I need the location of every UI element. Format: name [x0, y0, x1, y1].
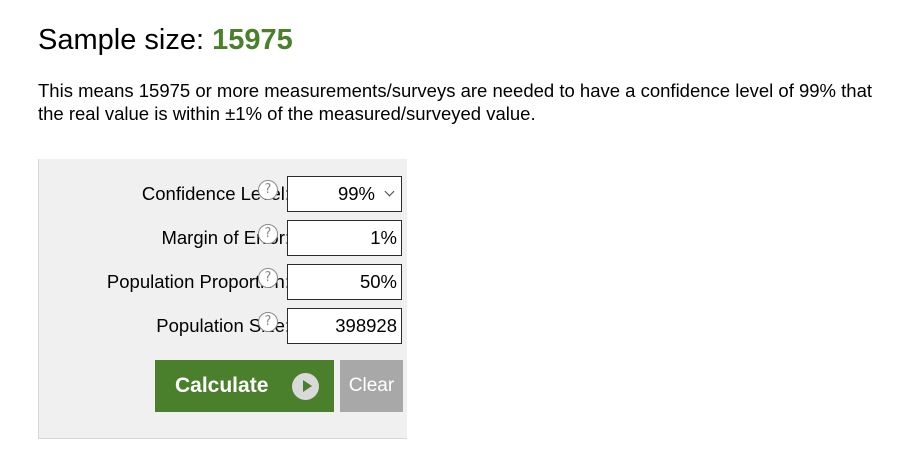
- population-proportion-help-icon[interactable]: ?: [258, 268, 278, 288]
- population-size-value: 398928: [335, 315, 397, 336]
- confidence-level-row: Confidence Level: ? 99%: [39, 175, 408, 213]
- result-description: This means 15975 or more measurements/su…: [38, 80, 872, 124]
- result-heading: Sample size: 15975: [38, 20, 293, 60]
- confidence-level-value: 99%: [337, 183, 375, 204]
- population-size-input[interactable]: 398928: [287, 308, 402, 344]
- confidence-level-select[interactable]: 99%: [287, 176, 402, 212]
- margin-of-error-value: 1%: [370, 227, 397, 248]
- calculator-panel: Confidence Level: ? 99% Margin of Error:…: [38, 159, 407, 439]
- margin-of-error-row: Margin of Error: ? 1%: [39, 219, 408, 257]
- margin-of-error-help-icon[interactable]: ?: [258, 224, 278, 244]
- confidence-level-help-icon[interactable]: ?: [258, 180, 278, 200]
- clear-button[interactable]: Clear: [340, 360, 403, 412]
- calculate-button[interactable]: Calculate: [155, 360, 334, 412]
- population-proportion-row: Population Proportion: ? 50%: [39, 263, 408, 301]
- calculate-button-label: Calculate: [175, 374, 269, 397]
- population-size-help-icon[interactable]: ?: [258, 312, 278, 332]
- play-circle-icon: [292, 373, 319, 400]
- margin-of-error-input[interactable]: 1%: [287, 220, 402, 256]
- chevron-down-icon: [384, 186, 395, 197]
- population-proportion-input[interactable]: 50%: [287, 264, 402, 300]
- population-proportion-value: 50%: [359, 271, 397, 292]
- sample-size-value: 15975: [212, 24, 293, 56]
- result-heading-label: Sample size:: [38, 24, 213, 56]
- population-size-row: Population Size: ? 398928: [39, 307, 408, 345]
